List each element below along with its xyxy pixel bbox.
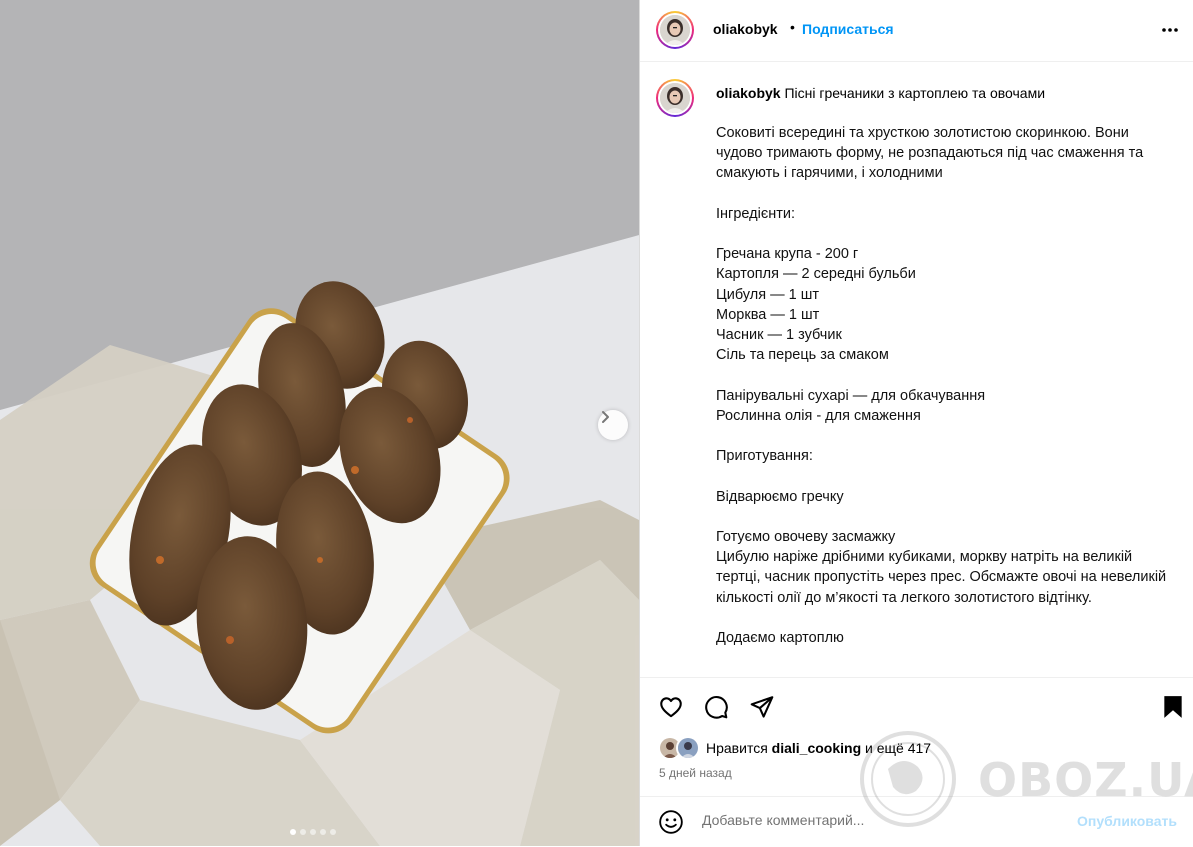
caption-blank-line <box>716 608 1178 628</box>
caption-line: Відварюємо гречку <box>716 488 844 505</box>
caption-line: Часник — 1 зубчик <box>716 327 842 344</box>
caption-line: Цибулю наріже дрібними кубиками, моркву … <box>716 549 1167 606</box>
likes-prefix: Нравится <box>706 740 768 756</box>
more-options-button[interactable] <box>1160 20 1180 45</box>
likes-summary[interactable]: Нравится diali_cooking и ещё 417 <box>658 736 931 760</box>
comment-button[interactable] <box>703 694 729 725</box>
paper-plane-icon <box>750 696 774 718</box>
chevron-right-icon <box>602 411 609 423</box>
heart-icon <box>660 697 682 718</box>
caption-line: Соковиті всередині та хрусткою золотисто… <box>716 125 1144 182</box>
comment-icon <box>705 696 728 719</box>
publish-button[interactable]: Опубликовать <box>1077 813 1177 829</box>
caption-line: Цибуля — 1 шт <box>716 286 819 303</box>
follow-button[interactable]: Подписаться <box>802 21 894 37</box>
caption-blank-line <box>716 224 1178 244</box>
carousel-dot <box>310 829 316 835</box>
post-header: oliakobyk • Подписаться <box>640 0 1193 62</box>
carousel-dot <box>300 829 306 835</box>
caption-blank-line <box>716 507 1178 527</box>
carousel-dot <box>290 829 296 835</box>
like-button[interactable] <box>658 694 684 725</box>
caption-line: Гречана крупа - 200 г <box>716 246 859 263</box>
caption-line: Рослинна олія - для смаження <box>716 407 921 424</box>
caption-blank-line <box>716 365 1178 385</box>
smiley-icon <box>659 810 683 834</box>
likes-user[interactable]: diali_cooking <box>772 740 861 756</box>
caption-body: Соковиті всередині та хрусткою золотисто… <box>716 123 1178 648</box>
liker-avatar <box>676 736 700 760</box>
avatar-photo-icon <box>660 15 690 45</box>
more-horizontal-icon <box>1162 28 1178 32</box>
separator-dot: • <box>790 19 795 35</box>
likes-text: Нравится diali_cooking и ещё 417 <box>706 740 931 756</box>
share-button[interactable] <box>749 694 775 725</box>
caption-line: Приготування: <box>716 448 813 465</box>
post-actions: Нравится diali_cooking и ещё 417 5 дней … <box>640 677 1193 846</box>
caption-line: Морква — 1 шт <box>716 306 820 323</box>
caption-area[interactable]: oliakobyk Пісні гречаники з картоплею та… <box>640 63 1193 677</box>
caption-line: Додаємо картоплю <box>716 630 844 647</box>
caption-line: Панірувальні сухарі — для обкачування <box>716 387 986 404</box>
bookmark-icon <box>1164 696 1182 718</box>
caption-username[interactable]: oliakobyk <box>716 85 781 101</box>
carousel-indicator <box>290 829 336 835</box>
post-photo[interactable] <box>0 0 639 846</box>
caption-blank-line <box>716 184 1178 204</box>
comment-input[interactable] <box>702 812 1042 828</box>
carousel-next-button[interactable] <box>598 410 628 440</box>
likes-suffix[interactable]: и ещё 417 <box>865 740 931 756</box>
food-photo-illustration <box>0 0 639 846</box>
post-timestamp[interactable]: 5 дней назад <box>659 766 732 780</box>
author-avatar[interactable] <box>656 11 694 49</box>
caption-line: Інгредієнти: <box>716 205 795 222</box>
caption-line: Готуємо овочеву засмажку <box>716 529 896 546</box>
carousel-dot <box>330 829 336 835</box>
caption-author-avatar[interactable] <box>656 79 694 117</box>
caption-blank-line <box>716 466 1178 486</box>
comment-composer: Опубликовать <box>640 796 1193 847</box>
caption-line: Картопля — 2 середні бульби <box>716 266 916 283</box>
post-detail-panel: oliakobyk • Подписаться oliakobyk Пісні … <box>639 0 1193 846</box>
avatar-photo-icon <box>660 83 690 113</box>
author-username[interactable]: oliakobyk <box>713 21 778 37</box>
save-button[interactable] <box>1161 694 1185 725</box>
carousel-dot <box>320 829 326 835</box>
caption-line: Сіль та перець за смаком <box>716 347 889 364</box>
caption-header: oliakobyk Пісні гречаники з картоплею та… <box>716 83 1176 103</box>
caption-blank-line <box>716 426 1178 446</box>
emoji-button[interactable] <box>658 809 684 840</box>
caption-title: Пісні гречаники з картоплею та овочами <box>784 85 1046 101</box>
